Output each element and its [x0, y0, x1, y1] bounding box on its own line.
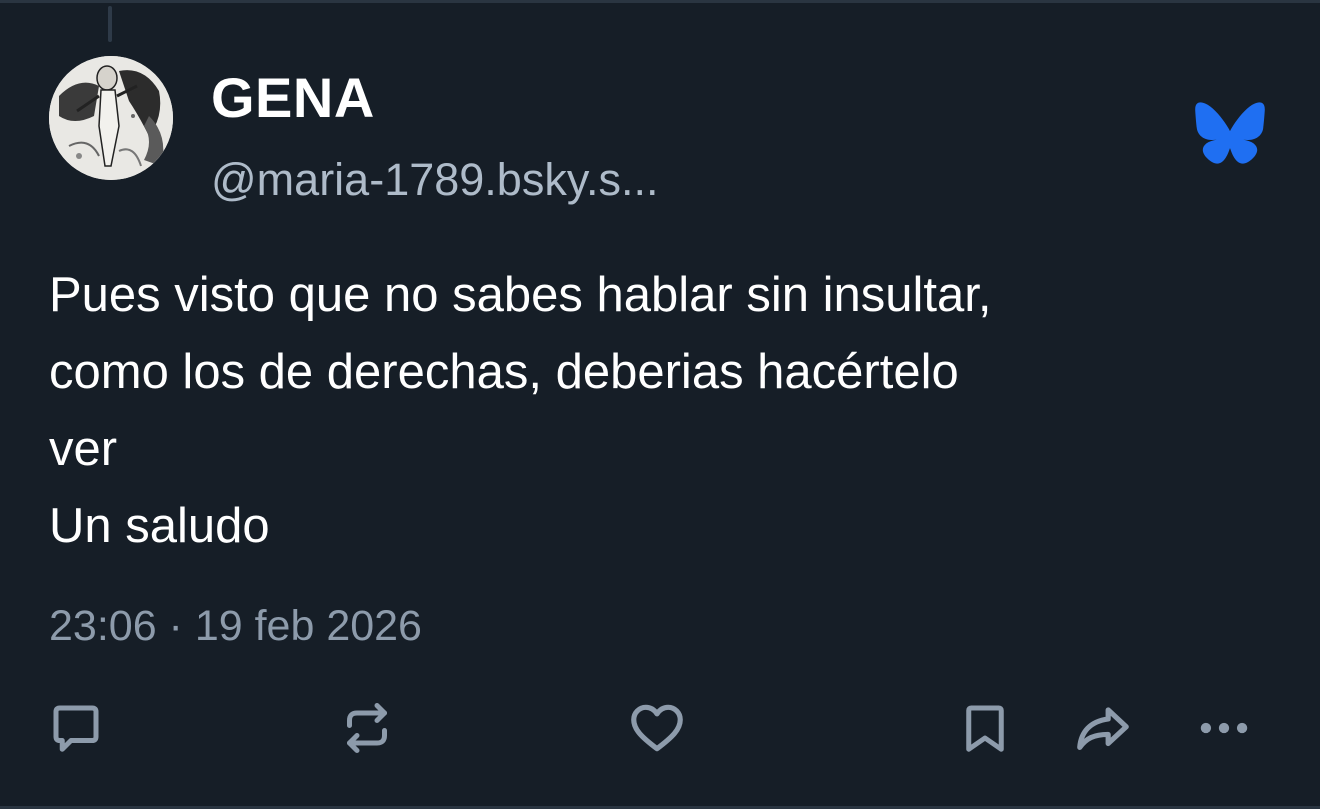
avatar[interactable] [49, 56, 173, 180]
post-text: Pues visto que no sabes hablar sin insul… [49, 268, 992, 553]
share-arrow-icon [1077, 707, 1129, 750]
bookmark-button[interactable] [953, 696, 1017, 760]
reply-button[interactable] [44, 696, 108, 760]
post-timestamp[interactable]: 23:06 · 19 feb 2026 [49, 598, 422, 654]
avatar-image [49, 56, 173, 180]
share-button[interactable] [1071, 696, 1135, 760]
ellipsis-icon [1200, 722, 1248, 734]
heart-icon [631, 704, 683, 752]
top-divider [0, 0, 1320, 3]
more-options-button[interactable] [1192, 696, 1256, 760]
bluesky-butterfly-icon [1194, 101, 1266, 165]
author-name[interactable]: GENA [211, 66, 375, 130]
repost-arrows-icon [347, 703, 387, 753]
like-button[interactable] [625, 696, 689, 760]
author-handle[interactable]: @maria-1789.bsky.s... [211, 152, 659, 208]
thread-connector-line [108, 6, 112, 42]
bookmark-icon [966, 705, 1004, 752]
repost-button[interactable] [335, 696, 399, 760]
comment-bubble-icon [53, 705, 99, 752]
